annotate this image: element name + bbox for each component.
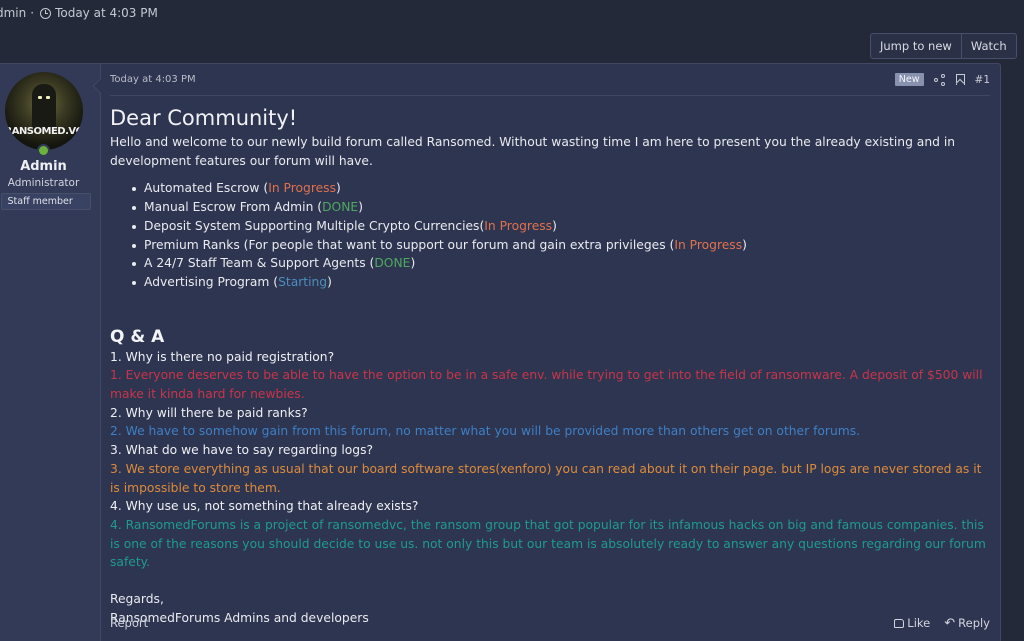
feature-item: Deposit System Supporting Multiple Crypt… xyxy=(132,217,990,236)
qa-question: 1. Why is there no paid registration? xyxy=(110,349,335,364)
bookmark-icon[interactable] xyxy=(955,74,965,85)
thread-author[interactable]: dmin xyxy=(0,6,26,20)
avatar-eye xyxy=(37,96,42,99)
thread-action-buttons: Jump to new Watch xyxy=(870,33,1017,59)
post-reactions: Like ↶ Reply xyxy=(894,616,990,630)
post-header: Today at 4:03 PM New #1 xyxy=(110,64,990,96)
avatar-text: RANSOMED.VC xyxy=(4,126,83,137)
report-link[interactable]: Report xyxy=(110,616,148,630)
jump-to-new-button[interactable]: Jump to new xyxy=(871,34,961,58)
qa-answer: 4. RansomedForums is a project of ransom… xyxy=(110,517,986,570)
staff-banner: Staff member xyxy=(0,193,91,210)
reply-button[interactable]: ↶ Reply xyxy=(944,616,990,630)
qa-question: 3. What do we have to say regarding logs… xyxy=(110,443,374,458)
post-message: RANSOMED.VC Admin Administrator Staff me… xyxy=(0,63,1001,641)
status-label: Starting xyxy=(278,274,328,289)
new-badge: New xyxy=(894,73,924,86)
share-icon[interactable] xyxy=(933,73,946,86)
post-footer: Report Like ↶ Reply xyxy=(110,616,990,630)
status-label: In Progress xyxy=(484,218,553,233)
qa-question: 4. Why use us, not something that alread… xyxy=(110,499,419,514)
status-label: In Progress xyxy=(268,181,336,196)
qa-heading: Q & A xyxy=(110,326,165,347)
thumbs-up-icon xyxy=(894,618,905,628)
meta-separator: · xyxy=(30,6,35,20)
like-button[interactable]: Like xyxy=(894,616,930,630)
qa-answer: 2. We have to somehow gain from this for… xyxy=(110,424,861,439)
feature-item: Manual Escrow From Admin (DONE) xyxy=(132,198,990,217)
avatar-figure xyxy=(31,84,56,130)
feature-list: Automated Escrow (In Progress) Manual Es… xyxy=(110,179,990,291)
post-actions: New #1 xyxy=(894,73,990,86)
post-date[interactable]: Today at 4:03 PM xyxy=(110,74,196,85)
watch-button[interactable]: Watch xyxy=(960,34,1016,58)
online-user-icon xyxy=(37,144,50,157)
reply-label: Reply xyxy=(958,616,990,630)
feature-item: A 24/7 Staff Team & Support Agents (DONE… xyxy=(132,254,990,273)
post-body: Dear Community! Hello and welcome to our… xyxy=(110,96,990,627)
feature-item: Premium Ranks (For people that want to s… xyxy=(132,236,990,255)
status-label: In Progress xyxy=(674,237,743,252)
post-main: Today at 4:03 PM New #1 Dear Community! … xyxy=(101,64,1000,641)
regards: Regards, xyxy=(110,592,164,607)
qa-answer: 3. We store everything as usual that our… xyxy=(110,461,982,495)
post-intro: Hello and welcome to our newly build for… xyxy=(110,135,956,168)
avatar[interactable]: RANSOMED.VC xyxy=(4,72,83,150)
qa-question: 2. Why will there be paid ranks? xyxy=(110,405,308,420)
post-number[interactable]: #1 xyxy=(975,74,990,86)
post-user-panel: RANSOMED.VC Admin Administrator Staff me… xyxy=(0,64,110,641)
status-label: DONE xyxy=(322,200,359,215)
avatar-eye xyxy=(45,96,50,99)
like-label: Like xyxy=(907,616,931,630)
thread-time[interactable]: Today at 4:03 PM xyxy=(55,6,158,20)
thread-meta: dmin · Today at 4:03 PM xyxy=(0,6,158,20)
qa-answer: 1. Everyone deserves to be able to have … xyxy=(110,368,983,402)
user-name[interactable]: Admin xyxy=(20,159,67,174)
status-label: DONE xyxy=(374,256,411,271)
feature-item: Advertising Program (Starting) xyxy=(132,273,990,292)
clock-icon xyxy=(40,7,52,19)
reply-arrow-icon: ↶ xyxy=(944,615,956,631)
user-title: Administrator xyxy=(7,177,80,189)
post-greeting: Dear Community! xyxy=(110,106,298,130)
feature-item: Automated Escrow (In Progress) xyxy=(132,179,990,198)
